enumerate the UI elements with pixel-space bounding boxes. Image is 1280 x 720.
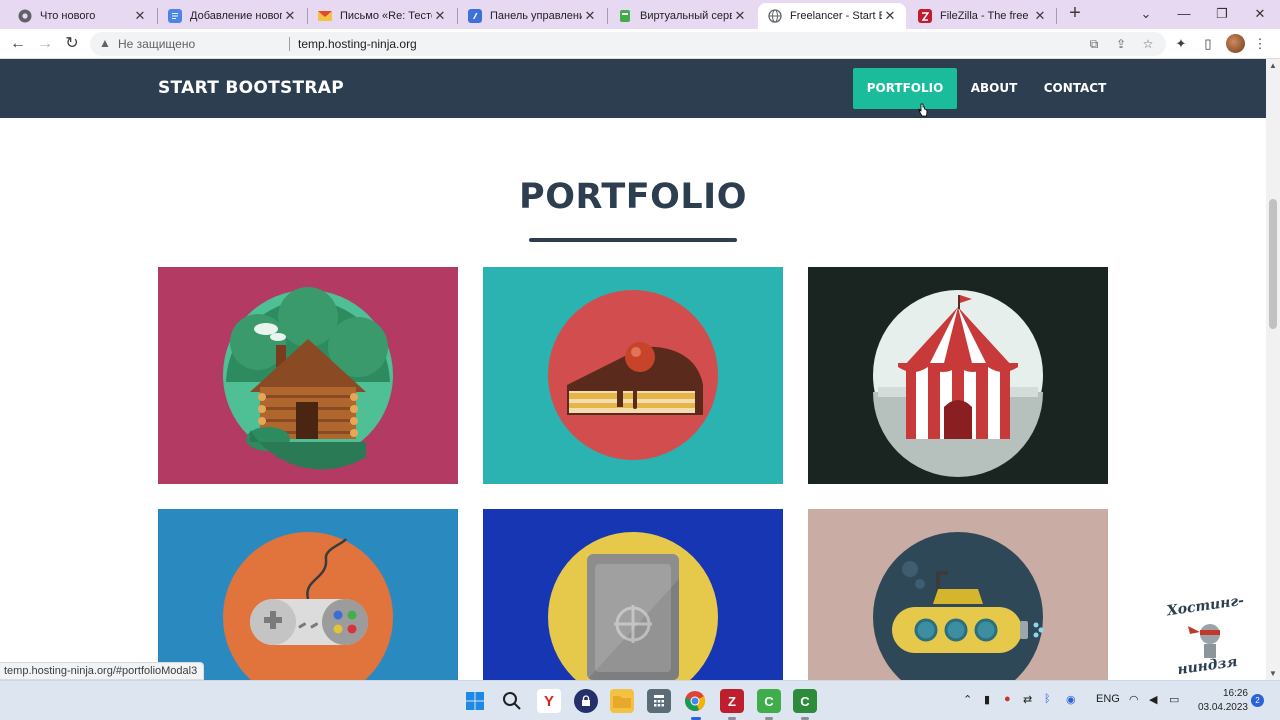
portfolio-item-game[interactable] — [158, 509, 458, 680]
filezilla-taskbar-icon[interactable]: Z — [720, 689, 744, 713]
tab-panel[interactable]: Панель управления ✕ — [458, 3, 606, 29]
chrome-icon — [18, 9, 32, 23]
tab-title: Виртуальный сервер — [640, 10, 732, 22]
battery-icon[interactable]: ▭ — [1169, 693, 1179, 706]
bluetooth-icon[interactable]: ᛒ — [1044, 693, 1051, 705]
calculator-icon[interactable] — [647, 689, 671, 713]
close-tab-icon[interactable]: ✕ — [1032, 8, 1048, 24]
notification-badge[interactable]: 2 — [1251, 694, 1264, 707]
security-label[interactable]: Не защищено — [118, 37, 195, 51]
globe-icon — [768, 9, 782, 23]
tab-whats-new[interactable]: Что нового ✕ — [8, 3, 156, 29]
clock-time: 16:26 — [1222, 688, 1248, 699]
tab-mail[interactable]: Письмо «Re: Тестовы ✕ — [308, 3, 456, 29]
menu-icon[interactable]: ⋮ — [1250, 34, 1270, 54]
page-viewport: START BOOTSTRAP PORTFOLIO ABOUT CONTACT … — [0, 59, 1266, 680]
windows-taskbar: Y Z C C ⌃ ▮ ● ⇄ ᛒ ◉ ENG ◠ ◀ ▭ 16:26 03.0… — [0, 680, 1280, 720]
file-explorer-icon[interactable] — [610, 689, 634, 713]
microphone-icon[interactable]: ◉ — [1066, 693, 1076, 706]
page-scrollbar[interactable]: ▲ ▼ — [1266, 59, 1280, 680]
tab-title: Что нового — [40, 10, 96, 22]
nav-contact[interactable]: CONTACT — [1032, 68, 1118, 109]
wifi-icon[interactable]: ◠ — [1129, 693, 1139, 706]
close-window-icon[interactable]: ✕ — [1241, 0, 1279, 29]
taskbar-clock[interactable]: 16:26 03.04.2023 — [1196, 687, 1248, 715]
panel-icon — [468, 9, 482, 23]
language-indicator[interactable]: ENG — [1096, 693, 1120, 705]
reload-icon[interactable]: ↻ — [61, 33, 83, 55]
volume-icon[interactable]: ◀ — [1149, 693, 1157, 706]
scroll-up-icon[interactable]: ▲ — [1266, 61, 1280, 70]
camtasia-recorder-icon[interactable]: C — [793, 689, 817, 713]
section-title: PORTFOLIO — [519, 177, 747, 217]
tab-filezilla[interactable]: FileZilla - The free FTP ✕ — [908, 3, 1056, 29]
new-tab-button[interactable]: + — [1064, 3, 1086, 25]
nav-portfolio[interactable]: PORTFOLIO — [853, 68, 957, 109]
close-tab-icon[interactable]: ✕ — [582, 8, 598, 24]
search-icon[interactable] — [500, 689, 524, 713]
tab-title: Добавление нового — [190, 10, 282, 22]
site-brand[interactable]: START BOOTSTRAP — [158, 78, 344, 98]
tray-chevron-icon[interactable]: ⌃ — [963, 693, 972, 706]
chrome-taskbar-icon[interactable] — [683, 689, 707, 713]
security-app-icon[interactable] — [574, 689, 598, 713]
portfolio-item-safe[interactable] — [483, 509, 783, 680]
close-tab-icon[interactable]: ✕ — [732, 8, 748, 24]
hosting-ninja-watermark: Хостинг- ниндзя — [1165, 593, 1246, 678]
tray-sync-icon[interactable]: ⇄ — [1023, 693, 1032, 706]
close-tab-icon[interactable]: ✕ — [282, 8, 298, 24]
browser-tab-strip: Что нового ✕ Добавление нового ✕ Письмо … — [0, 0, 1280, 29]
browser-toolbar: ← → ↻ ▲ Не защищено temp.hosting-ninja.o… — [0, 29, 1280, 59]
clock-date: 03.04.2023 — [1197, 702, 1248, 713]
extensions-icon[interactable]: ✦ — [1171, 34, 1191, 54]
title-divider — [529, 238, 737, 242]
portfolio-item-cabin[interactable] — [158, 267, 458, 484]
translate-icon[interactable]: ⧉ — [1085, 35, 1103, 53]
restore-icon[interactable]: ❐ — [1203, 0, 1241, 29]
tray-record-icon[interactable]: ● — [1004, 693, 1011, 705]
scroll-thumb[interactable] — [1269, 199, 1277, 329]
close-tab-icon[interactable]: ✕ — [882, 8, 898, 24]
yandex-browser-icon[interactable]: Y — [537, 689, 561, 713]
tray-monitor-icon[interactable]: ▮ — [984, 693, 990, 706]
docs-icon — [168, 9, 182, 23]
hand-cursor-icon — [918, 103, 928, 117]
link-status-bar: temp.hosting-ninja.org/#portfolioModal3 — [0, 662, 205, 680]
tab-title: FileZilla - The free FTP — [940, 10, 1032, 22]
tab-docs[interactable]: Добавление нового ✕ — [158, 3, 306, 29]
tab-title: Письмо «Re: Тестовы — [340, 10, 432, 22]
filezilla-icon — [918, 9, 932, 23]
bookmark-star-icon[interactable]: ☆ — [1139, 35, 1157, 53]
side-panel-icon[interactable]: ▯ — [1198, 34, 1218, 54]
profile-avatar[interactable] — [1226, 34, 1245, 53]
site-navbar: START BOOTSTRAP PORTFOLIO ABOUT CONTACT — [0, 59, 1266, 118]
portfolio-item-circus[interactable] — [808, 267, 1108, 484]
tab-search-icon[interactable]: ⌄ — [1127, 0, 1165, 29]
nav-about[interactable]: ABOUT — [962, 68, 1026, 109]
tab-server[interactable]: Виртуальный сервер ✕ — [608, 3, 756, 29]
windows-start-icon[interactable] — [463, 689, 487, 713]
server-icon — [618, 9, 632, 23]
mail-icon — [318, 9, 332, 23]
close-tab-icon[interactable]: ✕ — [432, 8, 448, 24]
url-text[interactable]: temp.hosting-ninja.org — [298, 37, 417, 51]
portfolio-item-cake[interactable] — [483, 267, 783, 484]
tab-title: Панель управления — [490, 10, 582, 22]
share-icon[interactable]: ⇪ — [1112, 35, 1130, 53]
camtasia-icon[interactable]: C — [757, 689, 781, 713]
address-bar[interactable]: ▲ Не защищено temp.hosting-ninja.org ⧉ ⇪… — [90, 32, 1166, 56]
forward-icon[interactable]: → — [34, 33, 56, 55]
tab-title: Freelancer - Start Boo — [790, 10, 882, 22]
minimize-icon[interactable]: — — [1165, 0, 1203, 29]
close-tab-icon[interactable]: ✕ — [132, 8, 148, 24]
tab-freelancer-active[interactable]: Freelancer - Start Boo ✕ — [758, 3, 906, 29]
portfolio-item-submarine[interactable] — [808, 509, 1108, 680]
back-icon[interactable]: ← — [7, 33, 29, 55]
warning-icon[interactable]: ▲ — [99, 36, 111, 50]
scroll-down-icon[interactable]: ▼ — [1266, 669, 1280, 678]
